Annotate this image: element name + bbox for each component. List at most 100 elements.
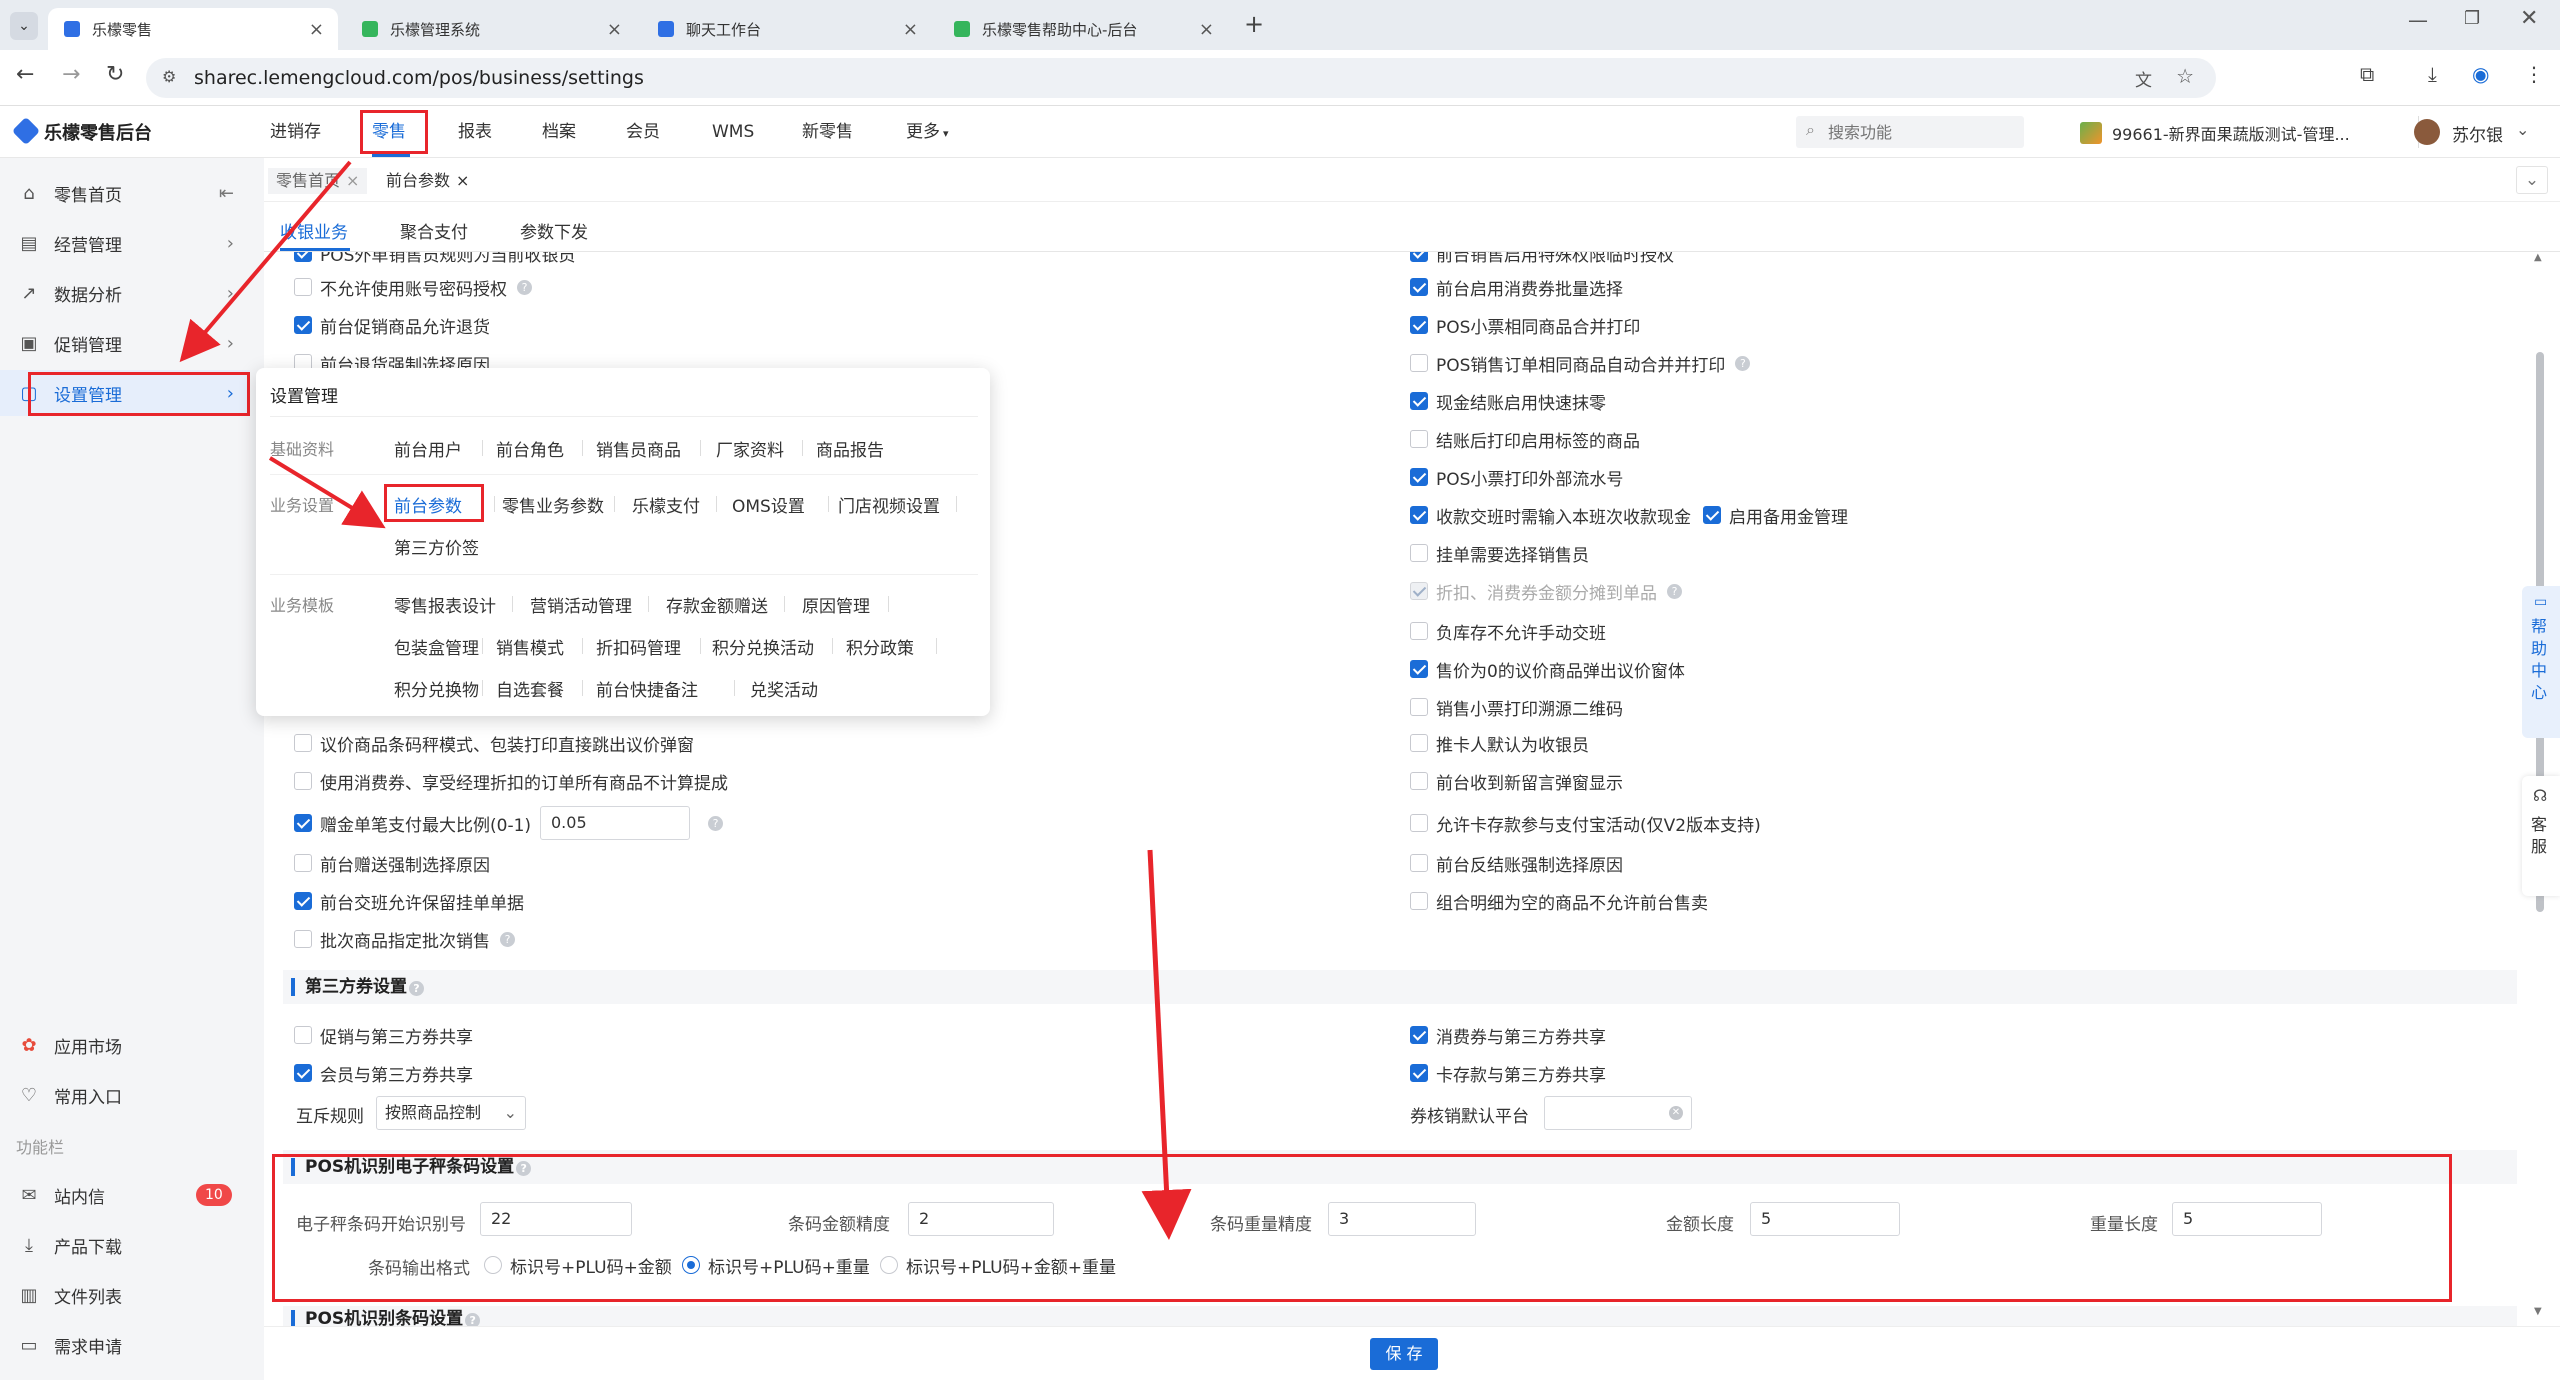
checkbox[interactable]	[294, 772, 312, 790]
option-row[interactable]: 消费券与第三方券共享	[1410, 1020, 1606, 1050]
bookmark-star-icon[interactable]: ☆	[2176, 64, 2194, 88]
checkbox[interactable]	[294, 252, 312, 262]
menu-link-deposit-gift[interactable]: 存款金额赠送	[666, 592, 768, 617]
sidebar-item-operations[interactable]: ▤ 经营管理 ›	[0, 220, 250, 266]
checkbox[interactable]	[1410, 814, 1428, 832]
user-name[interactable]: 苏尔银	[2452, 121, 2503, 146]
option-row[interactable]: POS外单销售员规则为当前收银员	[294, 252, 575, 268]
option-row[interactable]: 销售小票打印溯源二维码	[1410, 692, 1623, 722]
checkbox[interactable]	[1410, 544, 1428, 562]
user-chevron-down-icon[interactable]: ⌄	[2516, 120, 2529, 139]
checkbox[interactable]	[1410, 734, 1428, 752]
checkbox[interactable]	[294, 892, 312, 910]
nav-member[interactable]: 会员	[626, 106, 660, 158]
checkbox[interactable]	[1410, 316, 1428, 334]
back-icon[interactable]: ←	[16, 62, 34, 87]
gift-ratio-input[interactable]: 0.05	[540, 806, 690, 840]
sidebar-item-retail-home[interactable]: ⌂ 零售首页 ⇤	[0, 170, 250, 216]
menu-link-prize[interactable]: 兑奖活动	[750, 676, 818, 701]
menu-link-combo[interactable]: 自选套餐	[496, 676, 564, 701]
url-field[interactable]: ⚙ sharec.lemengcloud.com/pos/business/se…	[146, 58, 2216, 98]
nav-wms[interactable]: WMS	[712, 106, 754, 158]
checkbox[interactable]	[294, 278, 312, 296]
minimize-icon[interactable]: —	[2408, 8, 2428, 32]
close-tab-icon[interactable]: ×	[309, 19, 324, 40]
tab-param-dispatch[interactable]: 参数下发	[520, 218, 588, 243]
customer-service-float[interactable]: ☊ 客服	[2522, 776, 2560, 896]
checkbox[interactable]	[1410, 854, 1428, 872]
checkbox[interactable]	[1410, 354, 1428, 372]
help-center-float[interactable]: ▭ 帮助中心	[2522, 586, 2560, 738]
menu-link-vendor[interactable]: 厂家资料	[716, 436, 784, 461]
option-row[interactable]: 批次商品指定批次销售?	[294, 924, 515, 954]
sidebar-item-requests[interactable]: ▭ 需求申请	[0, 1322, 250, 1368]
nav-jinxiaocun[interactable]: 进销存	[270, 106, 321, 158]
menu-link-report-design[interactable]: 零售报表设计	[394, 592, 496, 617]
site-info-icon[interactable]: ⚙	[162, 67, 176, 86]
option-row[interactable]: 卡存款与第三方券共享	[1410, 1058, 1606, 1088]
option-row[interactable]: 推卡人默认为收银员	[1410, 728, 1589, 758]
checkbox[interactable]	[294, 1064, 312, 1082]
browser-menu-icon[interactable]: ⋮	[2524, 62, 2544, 86]
option-row[interactable]: 结账后打印启用标签的商品	[1410, 424, 1640, 454]
menu-link-discount-code[interactable]: 折扣码管理	[596, 634, 681, 659]
close-tab-icon[interactable]: ×	[1199, 19, 1214, 40]
checkbox[interactable]	[1410, 430, 1428, 448]
browser-tab-2[interactable]: 乐檬管理系统 ×	[346, 8, 636, 50]
reload-icon[interactable]: ↻	[106, 62, 124, 87]
option-row[interactable]: 前台交班允许保留挂单单据	[294, 886, 524, 916]
option-row[interactable]: 议价商品条码秤模式、包装打印直接跳出议价弹窗	[294, 728, 694, 758]
option-row[interactable]: 不允许使用账号密码授权?	[294, 272, 532, 302]
restore-icon[interactable]: ❐	[2464, 8, 2480, 29]
close-tab-icon[interactable]: ×	[903, 19, 918, 40]
checkbox[interactable]	[1410, 772, 1428, 790]
checkbox[interactable]	[1410, 252, 1428, 262]
tabs-dropdown-chevron-icon[interactable]: ⌄	[2516, 166, 2548, 194]
option-row[interactable]: 挂单需要选择销售员	[1410, 538, 1589, 568]
menu-link-sales-mode[interactable]: 销售模式	[496, 634, 564, 659]
sidebar-item-favorites[interactable]: ♡ 常用入口	[0, 1072, 250, 1118]
menu-link-lemeng-pay[interactable]: 乐檬支付	[632, 492, 700, 517]
nav-new-retail[interactable]: 新零售	[802, 106, 853, 158]
page-tab-pos-params[interactable]: 前台参数 ×	[378, 168, 477, 194]
store-name[interactable]: 99661-新界面果蔬版测试-管理...	[2112, 121, 2350, 145]
menu-link-front-user[interactable]: 前台用户	[394, 436, 462, 461]
checkbox[interactable]	[1410, 506, 1428, 524]
nav-archive[interactable]: 档案	[542, 106, 576, 158]
checkbox[interactable]	[1410, 698, 1428, 716]
menu-link-third-party-label[interactable]: 第三方价签	[394, 534, 479, 559]
option-row[interactable]: POS销售订单相同商品自动合并并打印?	[1410, 348, 1751, 378]
checkbox[interactable]	[294, 930, 312, 948]
new-tab-button[interactable]: +	[1244, 10, 1264, 38]
option-row[interactable]: 使用消费券、享受经理折扣的订单所有商品不计算提成	[294, 766, 728, 796]
translate-icon[interactable]: 文	[2135, 66, 2152, 91]
checkbox[interactable]	[1410, 1026, 1428, 1044]
option-row[interactable]: 前台反结账强制选择原因	[1410, 848, 1623, 878]
checkbox[interactable]	[1703, 506, 1721, 524]
option-row[interactable]: POS小票打印外部流水号	[1410, 462, 1623, 492]
option-row[interactable]: 前台启用消费券批量选择	[1410, 272, 1623, 302]
menu-link-points-exchange[interactable]: 积分兑换活动	[712, 634, 814, 659]
option-row[interactable]: 前台销售启用特殊权限临时授权	[1410, 252, 1674, 268]
tab-list-chevron-icon[interactable]: ⌄	[10, 12, 38, 40]
option-row[interactable]: 前台收到新留言弹窗显示	[1410, 766, 1623, 796]
menu-link-salesperson-goods[interactable]: 销售员商品	[596, 436, 681, 461]
menu-link-packaging[interactable]: 包装盒管理	[394, 634, 479, 659]
option-row[interactable]: 促销与第三方券共享	[294, 1020, 473, 1050]
browser-tab-3[interactable]: 聊天工作台 ×	[642, 8, 932, 50]
menu-link-quick-notes[interactable]: 前台快捷备注	[596, 676, 698, 701]
mutex-rule-select[interactable]: 按照商品控制 ⌄	[376, 1096, 526, 1130]
checkbox[interactable]	[1410, 622, 1428, 640]
help-icon[interactable]: ?	[409, 981, 424, 996]
menu-link-points-policy[interactable]: 积分政策	[846, 634, 914, 659]
checkbox[interactable]	[294, 814, 312, 832]
forward-icon[interactable]: →	[62, 62, 80, 87]
close-icon[interactable]: ×	[456, 171, 469, 190]
menu-link-reasons[interactable]: 原因管理	[802, 592, 870, 617]
clear-icon[interactable]: ✕	[1669, 1106, 1683, 1120]
checkbox[interactable]	[1410, 1064, 1428, 1082]
tab-cashier-business[interactable]: 收银业务	[280, 218, 348, 243]
help-icon[interactable]: ?	[1667, 583, 1682, 599]
nav-more[interactable]: 更多 ▾	[906, 106, 949, 158]
menu-link-goods-report[interactable]: 商品报告	[816, 436, 884, 461]
